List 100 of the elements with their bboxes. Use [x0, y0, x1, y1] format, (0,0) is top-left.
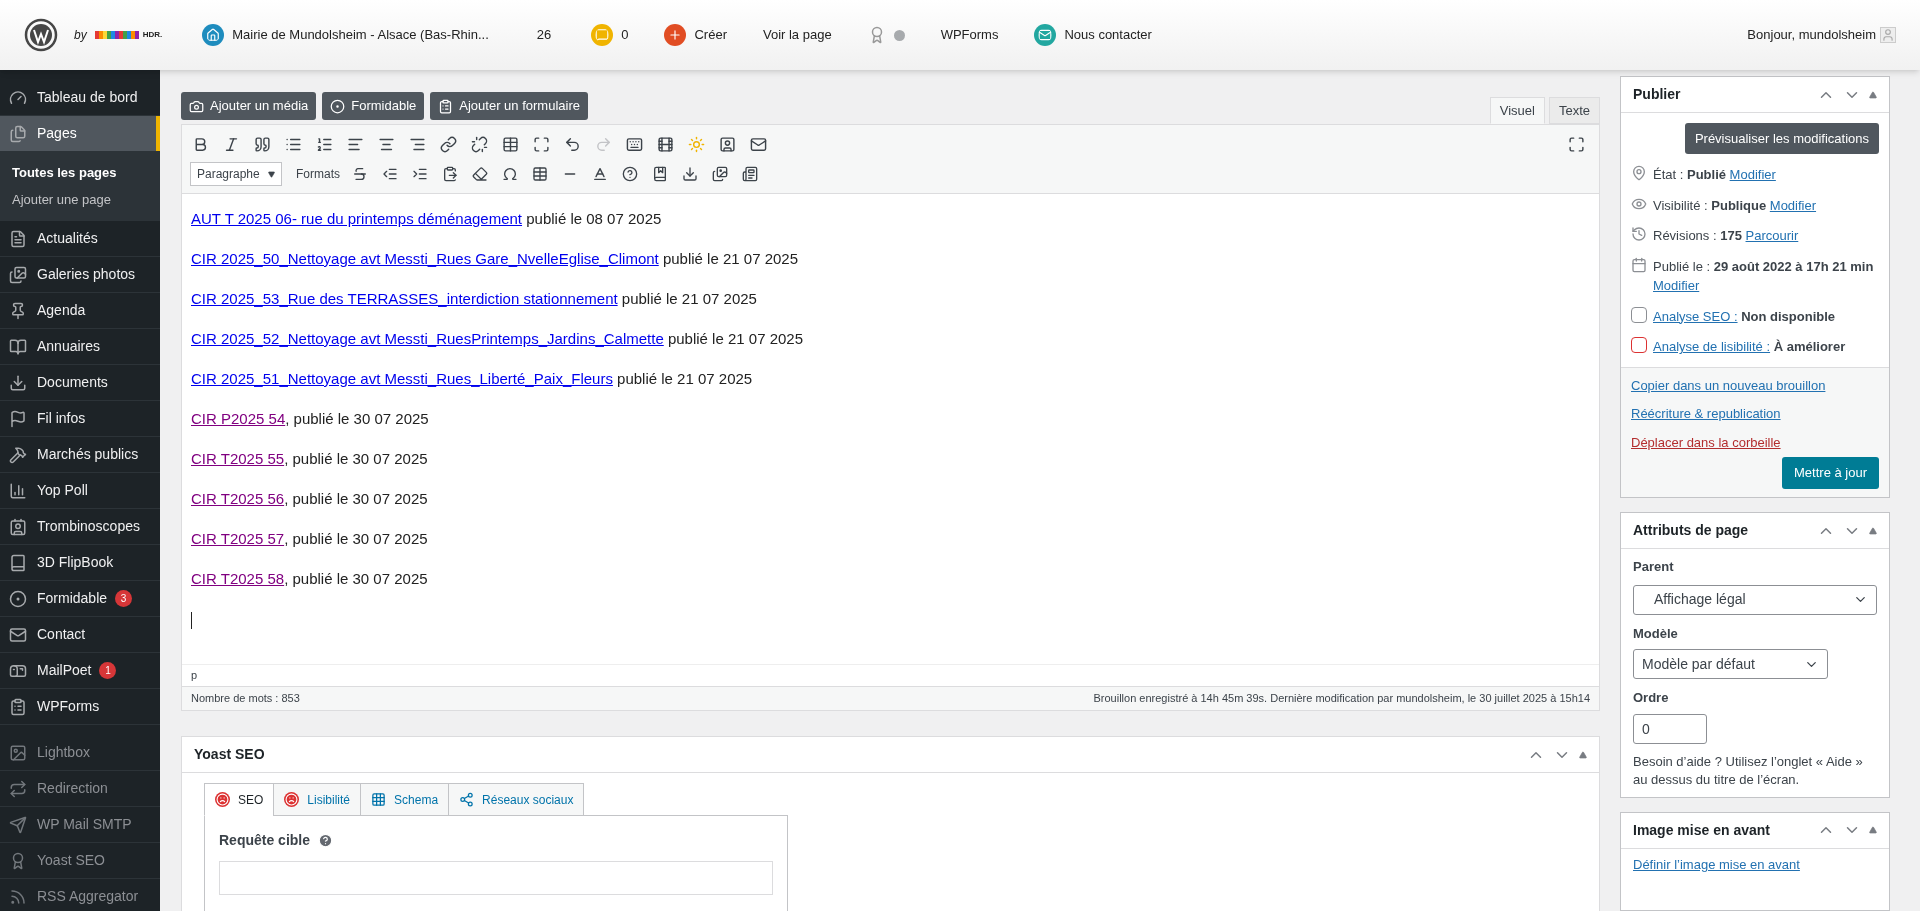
sidebar-item[interactable]: Redirection	[0, 771, 160, 806]
sidebar-item[interactable]: Lightbox	[0, 735, 160, 770]
sidebar-item[interactable]: WPForms	[0, 689, 160, 724]
sidebar-item[interactable]: WP Mail SMTP	[0, 807, 160, 842]
template-select[interactable]: Modèle par défaut	[1633, 649, 1828, 679]
submenu-item[interactable]: Toutes les pages	[0, 159, 160, 186]
editor-mode-tab[interactable]: Texte	[1548, 97, 1600, 124]
analysis-link[interactable]: Analyse de lisibilité :	[1653, 339, 1771, 354]
paste-icon[interactable]	[442, 166, 458, 182]
outdent-icon[interactable]	[382, 166, 398, 182]
document-link[interactable]: AUT T 2025 06- rue du printemps déménagement	[191, 210, 523, 227]
yoast-tab[interactable]: Lisibilité	[273, 783, 362, 816]
collapse-icon[interactable]	[1579, 750, 1587, 759]
create-link[interactable]: Créer	[694, 25, 727, 45]
submenu-item[interactable]: Ajouter une page	[0, 186, 160, 213]
indent-icon[interactable]	[412, 166, 428, 182]
sidebar-item[interactable]: Yoast SEO	[0, 843, 160, 878]
format-select[interactable]: Paragraphe	[190, 162, 282, 186]
greeting[interactable]: Bonjour, mundolsheim	[1747, 25, 1876, 45]
help-icon[interactable]	[622, 166, 638, 182]
download-icon[interactable]	[682, 166, 698, 182]
quote-icon[interactable]	[254, 135, 271, 153]
home-icon[interactable]	[202, 24, 225, 46]
editor-mode-tab[interactable]: Visuel	[1489, 97, 1545, 124]
wordpress-logo[interactable]	[24, 18, 58, 52]
media-button[interactable]: Ajouter un média	[181, 92, 317, 120]
collapse-icon[interactable]	[1869, 526, 1877, 535]
sidebar-item[interactable]: Tableau de bord	[0, 80, 160, 115]
undo-icon[interactable]	[564, 135, 581, 153]
document-link[interactable]: CIR T2025 57	[191, 530, 285, 547]
yoast-tab[interactable]: Schema	[360, 783, 450, 816]
media-button[interactable]: Formidable	[322, 92, 425, 120]
document-link[interactable]: CIR 2025_51_Nettoyage avt Messti_Rues_Liberté_Paix_Fleurs	[191, 370, 613, 387]
sidebar-item[interactable]: Documents	[0, 365, 160, 400]
action-link[interactable]: Déplacer dans la corbeille	[1631, 432, 1879, 452]
text-cursor	[191, 612, 192, 629]
status-link[interactable]: Modifier	[1769, 197, 1817, 213]
status-link[interactable]: Modifier	[1729, 167, 1776, 182]
sidebar-item[interactable]: MailPoet 1	[0, 653, 160, 688]
contact-link[interactable]: Nous contacter	[1064, 25, 1152, 45]
italic-icon[interactable]	[223, 135, 240, 153]
action-link[interactable]: Réécriture & republication	[1631, 404, 1879, 424]
fullscreen-icon[interactable]	[1568, 135, 1585, 153]
status-link[interactable]: Parcourir	[1745, 228, 1799, 243]
link-icon[interactable]	[440, 135, 457, 153]
wpforms-link[interactable]: WPForms	[940, 25, 999, 45]
preview-button[interactable]: Prévisualiser les modifications	[1684, 123, 1879, 154]
sidebar-item[interactable]: Yop Poll	[0, 473, 160, 508]
sidebar-item[interactable]: Formidable 3	[0, 581, 160, 616]
book-icon[interactable]	[652, 166, 668, 182]
id-card-icon	[9, 517, 27, 536]
yoast-tab[interactable]: SEO	[204, 783, 275, 816]
omega-icon[interactable]	[502, 166, 518, 182]
plus-icon[interactable]	[664, 24, 687, 46]
document-link[interactable]: CIR 2025_53_Rue des TERRASSES_interdiction stationnement	[191, 290, 618, 307]
sidebar-item[interactable]: Pages	[0, 116, 160, 151]
yoast-tab[interactable]: Réseaux sociaux	[448, 783, 585, 816]
sidebar-item[interactable]: 3D FlipBook	[0, 545, 160, 580]
view-page-link[interactable]: Voir la page	[762, 25, 832, 45]
site-name[interactable]: Mairie de Mundolsheim - Alsace (Bas-Rhin...	[232, 25, 489, 45]
sidebar-item[interactable]: Galeries photos	[0, 257, 160, 292]
update-button[interactable]: Mettre à jour	[1782, 457, 1879, 489]
document-link[interactable]: CIR 2025_52_Nettoyage avt Messti_RuesPrintemps_Jardins_Calmette	[191, 330, 664, 347]
eraser-icon[interactable]	[472, 166, 488, 182]
strikethrough-icon[interactable]	[352, 166, 368, 182]
sidebar-item[interactable]: Annuaires	[0, 329, 160, 364]
unlink-icon[interactable]	[471, 135, 488, 153]
updates-count[interactable]: 26	[536, 25, 552, 45]
card-icon[interactable]	[742, 166, 758, 182]
parent-select[interactable]: Affichage légal	[1633, 584, 1877, 615]
table-icon[interactable]	[502, 135, 519, 153]
sidebar-item[interactable]: Agenda	[0, 293, 160, 328]
video-icon[interactable]	[657, 135, 674, 153]
status-link[interactable]: Modifier	[1653, 278, 1700, 293]
dashboard-icon	[9, 88, 27, 107]
sidebar-item[interactable]: RSS Aggregator	[0, 879, 160, 911]
order-field[interactable]: 0	[1633, 713, 1707, 744]
numbered-list-icon[interactable]	[316, 135, 333, 153]
sidebar-item[interactable]: Actualités	[0, 221, 160, 256]
document-link[interactable]: CIR 2025_50_Nettoyage avt Messti_Rues Gare_NvelleEglise_Climont	[191, 250, 659, 267]
sidebar-item[interactable]: Marchés publics	[0, 437, 160, 472]
sidebar-item[interactable]: Trombinoscopes	[0, 509, 160, 544]
text-color-icon[interactable]	[592, 166, 608, 182]
set-image-link[interactable]: Définir l’image mise en avant	[1633, 856, 1800, 872]
collapse-icon[interactable]	[1869, 826, 1877, 834]
sidebar-item[interactable]: Contact	[0, 617, 160, 652]
formats-menu[interactable]: Formats	[296, 165, 340, 183]
envelope-icon[interactable]	[750, 135, 767, 153]
pages-icon	[9, 124, 27, 143]
comments-count[interactable]: 0	[621, 25, 629, 45]
person-card-icon[interactable]	[719, 135, 736, 153]
media-button[interactable]: Ajouter un formulaire	[430, 92, 588, 120]
sidebar-item[interactable]: Fil infos	[0, 401, 160, 436]
gallery-icon[interactable]	[712, 166, 728, 182]
keyboard-icon[interactable]	[626, 135, 643, 153]
analysis-link[interactable]: Analyse SEO :	[1653, 308, 1738, 324]
collapse-icon[interactable]	[1869, 90, 1877, 99]
input-field[interactable]	[219, 861, 773, 895]
action-link[interactable]: Copier dans un nouveau brouillon	[1631, 375, 1879, 395]
fullscreen-icon[interactable]	[533, 135, 550, 153]
